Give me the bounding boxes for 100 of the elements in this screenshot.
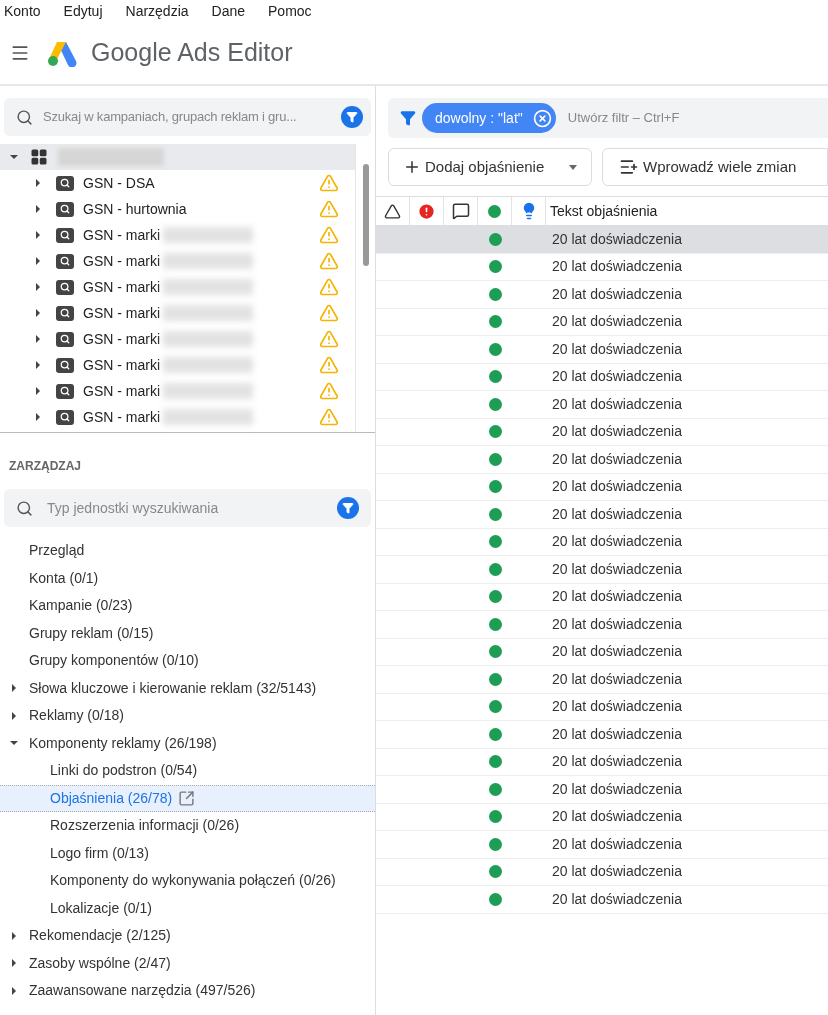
nav-item[interactable]: Rekomendacje (2/125) bbox=[29, 925, 171, 947]
nav-item[interactable]: Przegląd bbox=[29, 540, 85, 562]
table-cell-text: 20 lat doświadczenia bbox=[551, 752, 682, 772]
table-cell-text: 20 lat doświadczenia bbox=[551, 312, 682, 332]
table-cell-text: 20 lat doświadczenia bbox=[551, 559, 682, 579]
table-cell-text: 20 lat doświadczenia bbox=[551, 614, 682, 634]
nav-item[interactable]: Logo firm (0/13) bbox=[50, 842, 149, 864]
caret-icon[interactable] bbox=[10, 986, 18, 995]
nav-item[interactable]: Komponenty reklamy (26/198) bbox=[29, 732, 217, 754]
nav-item[interactable]: Słowa kluczowe i kierowanie reklam (32/5143) bbox=[29, 677, 317, 699]
caret-icon[interactable] bbox=[34, 361, 42, 369]
table-cell-text: 20 lat doświadczenia bbox=[551, 532, 682, 552]
caret-icon[interactable] bbox=[34, 257, 42, 265]
filter-icon[interactable] bbox=[341, 106, 363, 128]
error-icon[interactable] bbox=[417, 201, 436, 221]
filter-chip[interactable]: dowolny : "lat" bbox=[422, 103, 556, 133]
menu-item[interactable]: Edytuj bbox=[63, 0, 103, 22]
nav-item[interactable]: Grupy komponentów (0/10) bbox=[29, 650, 199, 672]
caret-icon[interactable] bbox=[10, 931, 18, 940]
caret-icon[interactable] bbox=[34, 283, 42, 291]
nav-item[interactable]: Rozszerzenia informacji (0/26) bbox=[50, 815, 240, 837]
search-campaign-icon bbox=[56, 409, 74, 425]
campaign-name[interactable]: GSN - marki bbox=[83, 276, 160, 298]
nav-item[interactable]: Konta (0/1) bbox=[29, 567, 99, 589]
nav-item[interactable]: Reklamy (0/18) bbox=[29, 705, 124, 727]
table-cell-text: 20 lat doświadczenia bbox=[551, 862, 682, 882]
campaign-name[interactable]: GSN - marki bbox=[83, 354, 160, 376]
search-campaign-icon bbox=[56, 331, 74, 347]
campaign-search-bar[interactable]: Szukaj w kampaniach, grupach reklam i gru... bbox=[4, 98, 371, 136]
entity-search-bar[interactable]: Typ jednostki wyszukiwania bbox=[4, 489, 371, 527]
caret-icon[interactable] bbox=[34, 205, 42, 213]
caret-icon[interactable] bbox=[34, 387, 42, 395]
nav-item[interactable]: Lokalizacje (0/1) bbox=[50, 897, 152, 919]
alert-triangle-icon[interactable] bbox=[384, 202, 401, 220]
nav-item[interactable]: Linki do podstron (0/54) bbox=[50, 760, 198, 782]
caret-icon[interactable] bbox=[34, 309, 42, 317]
plus-icon bbox=[403, 158, 421, 176]
table-cell-text: 20 lat doświadczenia bbox=[551, 394, 682, 414]
table-cell-text: 20 lat doświadczenia bbox=[551, 642, 682, 662]
campaign-name[interactable]: GSN - DSA bbox=[83, 172, 155, 194]
caret-icon[interactable] bbox=[34, 413, 42, 421]
campaign-name[interactable]: GSN - marki bbox=[83, 224, 160, 246]
menu-item[interactable]: Narzędzia bbox=[125, 0, 189, 22]
table-cell-text: 20 lat doświadczenia bbox=[551, 504, 682, 524]
table-cell-text: 20 lat doświadczenia bbox=[551, 229, 682, 249]
caret-icon[interactable] bbox=[34, 231, 42, 239]
table-cell-text: 20 lat doświadczenia bbox=[551, 339, 682, 359]
search-icon bbox=[16, 499, 33, 517]
caret-icon[interactable] bbox=[34, 179, 42, 187]
search-campaign-icon bbox=[56, 279, 74, 295]
search-campaign-icon bbox=[56, 253, 74, 269]
search-campaign-icon bbox=[56, 357, 74, 373]
comment-icon[interactable] bbox=[451, 202, 470, 220]
table-cell-text: 20 lat doświadczenia bbox=[551, 587, 682, 607]
nav-item[interactable]: Zaawansowane narzędzia (497/526) bbox=[29, 980, 256, 1002]
open-external-icon[interactable] bbox=[178, 789, 196, 807]
campaign-name[interactable]: GSN - marki bbox=[83, 302, 160, 324]
caret-icon[interactable] bbox=[10, 739, 18, 748]
caret-icon[interactable] bbox=[10, 959, 18, 968]
app-title: Google Ads Editor bbox=[91, 37, 293, 69]
status-icon[interactable] bbox=[488, 204, 501, 218]
table-cell-text: 20 lat doświadczenia bbox=[551, 367, 682, 387]
table-cell-text: 20 lat doświadczenia bbox=[551, 422, 682, 442]
caret-icon[interactable] bbox=[10, 711, 18, 720]
add-callout-button[interactable]: Dodaj objaśnienie bbox=[388, 148, 592, 186]
campaign-name[interactable]: GSN - marki bbox=[83, 380, 160, 402]
account-grid-icon bbox=[30, 148, 48, 166]
search-campaign-icon bbox=[56, 383, 74, 399]
search-campaign-icon bbox=[56, 175, 74, 191]
menu-item[interactable]: Pomoc bbox=[268, 0, 312, 22]
nav-item[interactable]: Kampanie (0/23) bbox=[29, 595, 133, 617]
caret-icon[interactable] bbox=[10, 684, 18, 693]
menu-item[interactable]: Konto bbox=[4, 0, 41, 22]
filter-icon[interactable] bbox=[337, 497, 359, 519]
close-icon[interactable] bbox=[532, 108, 552, 128]
caret-icon[interactable] bbox=[10, 153, 18, 161]
table-cell-text: 20 lat doświadczenia bbox=[551, 257, 682, 277]
nav-item[interactable]: Grupy reklam (0/15) bbox=[29, 622, 154, 644]
filter-bar[interactable]: dowolny : "lat" Utwórz filtr – Ctrl+F bbox=[388, 98, 828, 138]
nav-item[interactable]: Zasoby wspólne (2/47) bbox=[29, 952, 171, 974]
caret-icon bbox=[569, 164, 577, 170]
menu-icon[interactable] bbox=[10, 43, 30, 63]
nav-item[interactable]: Komponenty do wykonywania połączeń (0/26) bbox=[50, 870, 336, 892]
campaign-name[interactable]: GSN - marki bbox=[83, 250, 160, 272]
search-campaign-icon bbox=[56, 305, 74, 321]
campaign-name[interactable]: GSN - marki bbox=[83, 328, 160, 350]
menu-item[interactable]: Dane bbox=[211, 0, 245, 22]
campaign-name[interactable]: GSN - hurtownia bbox=[83, 198, 187, 220]
bulk-edit-button[interactable]: Wprowadź wiele zmian bbox=[602, 148, 828, 186]
campaign-name[interactable]: GSN - marki bbox=[83, 406, 160, 428]
entity-search-field[interactable]: Typ jednostki wyszukiwania bbox=[47, 497, 323, 519]
list-plus-icon bbox=[619, 157, 639, 177]
scrollbar-thumb[interactable] bbox=[362, 164, 369, 266]
column-header[interactable]: Tekst objaśnienia bbox=[546, 200, 658, 222]
caret-icon[interactable] bbox=[34, 335, 42, 343]
table-row[interactable]: 20 lat doświadczenia bbox=[376, 226, 828, 254]
search-icon bbox=[16, 108, 33, 126]
filter-icon bbox=[400, 110, 416, 126]
campaign-search-field[interactable]: Szukaj w kampaniach, grupach reklam i gru... bbox=[43, 107, 331, 127]
filter-placeholder: Utwórz filtr – Ctrl+F bbox=[567, 109, 680, 128]
